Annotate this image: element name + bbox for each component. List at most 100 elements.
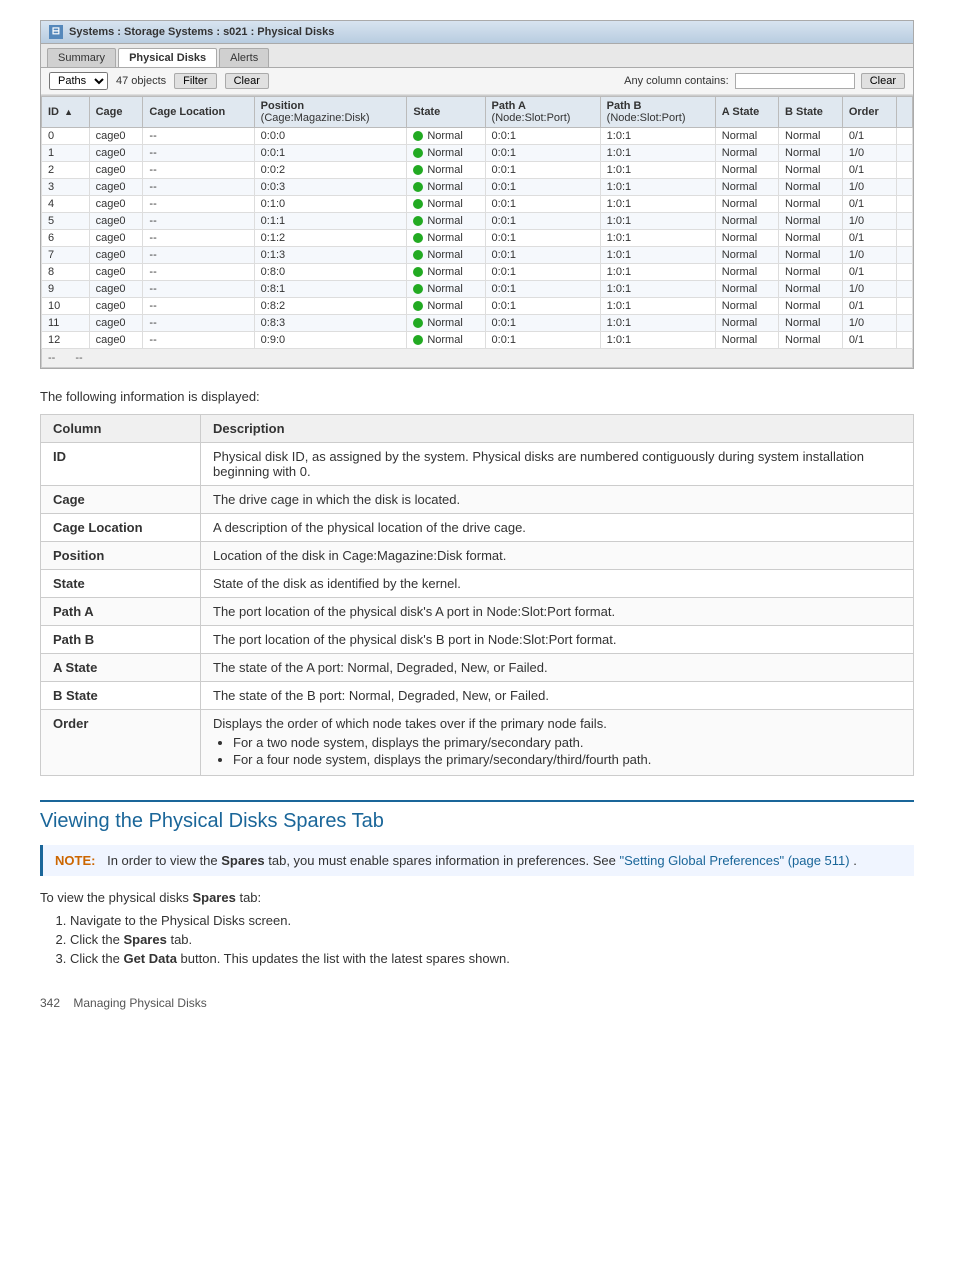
data-table-wrapper: ID ▲ Cage Cage Location Position(Cage:Ma… (41, 95, 913, 349)
tab-summary[interactable]: Summary (47, 48, 116, 67)
cell-a-state: Normal (715, 332, 778, 349)
desc-row: Order Displays the order of which node t… (41, 710, 914, 776)
table-row[interactable]: 1 cage0 -- 0:0:1 Normal 0:0:1 1:0:1 Norm… (42, 145, 913, 162)
status-dot (413, 284, 423, 294)
cell-scroll (896, 315, 912, 332)
clear-filter-button[interactable]: Clear (861, 73, 905, 89)
cell-position: 0:9:0 (254, 332, 407, 349)
cell-state: Normal (407, 298, 485, 315)
tab-bar: Summary Physical Disks Alerts (41, 44, 913, 68)
any-column-label: Any column contains: (624, 75, 729, 87)
cell-a-state: Normal (715, 128, 778, 145)
cell-path-a: 0:0:1 (485, 281, 600, 298)
table-row[interactable]: 0 cage0 -- 0:0:0 Normal 0:0:1 1:0:1 Norm… (42, 128, 913, 145)
cell-position: 0:8:2 (254, 298, 407, 315)
steps-bold: Spares (192, 890, 235, 905)
col-cage-location[interactable]: Cage Location (143, 97, 254, 128)
table-row[interactable]: 9 cage0 -- 0:8:1 Normal 0:0:1 1:0:1 Norm… (42, 281, 913, 298)
table-row[interactable]: 4 cage0 -- 0:1:0 Normal 0:0:1 1:0:1 Norm… (42, 196, 913, 213)
filter-button[interactable]: Filter (174, 73, 216, 89)
cell-b-state: Normal (779, 196, 843, 213)
cell-cage-loc: -- (143, 315, 254, 332)
cell-state: Normal (407, 332, 485, 349)
cell-id: 3 (42, 179, 90, 196)
cell-a-state: Normal (715, 179, 778, 196)
cell-cage: cage0 (89, 128, 143, 145)
cell-state: Normal (407, 230, 485, 247)
cell-scroll (896, 128, 912, 145)
desc-col-name: Cage Location (41, 514, 201, 542)
filter-section: Any column contains: Clear (624, 73, 905, 89)
cell-scroll (896, 145, 912, 162)
paths-dropdown[interactable]: Paths (49, 72, 108, 90)
col-b-state[interactable]: B State (779, 97, 843, 128)
cell-id: 4 (42, 196, 90, 213)
status-dot (413, 216, 423, 226)
note-link[interactable]: "Setting Global Preferences" (page 511) (619, 853, 849, 868)
cell-cage: cage0 (89, 179, 143, 196)
cell-order: 0/1 (842, 298, 896, 315)
cell-path-b: 1:0:1 (600, 230, 715, 247)
clear-button[interactable]: Clear (225, 73, 269, 89)
filter-input[interactable] (735, 73, 855, 89)
col-state[interactable]: State (407, 97, 485, 128)
cell-cage-loc: -- (143, 162, 254, 179)
cell-order: 0/1 (842, 196, 896, 213)
col-order[interactable]: Order (842, 97, 896, 128)
desc-row: B State The state of the B port: Normal,… (41, 682, 914, 710)
tab-physical-disks[interactable]: Physical Disks (118, 48, 217, 67)
status-dot (413, 199, 423, 209)
cell-path-b: 1:0:1 (600, 298, 715, 315)
col-a-state[interactable]: A State (715, 97, 778, 128)
col-id[interactable]: ID ▲ (42, 97, 90, 128)
tab-alerts[interactable]: Alerts (219, 48, 269, 67)
cell-cage: cage0 (89, 196, 143, 213)
desc-col-text: The state of the A port: Normal, Degrade… (201, 654, 914, 682)
cell-state: Normal (407, 128, 485, 145)
cell-id: 6 (42, 230, 90, 247)
physical-disks-table: ID ▲ Cage Cage Location Position(Cage:Ma… (41, 96, 913, 349)
col-cage[interactable]: Cage (89, 97, 143, 128)
cell-order: 0/1 (842, 162, 896, 179)
desc-col-text: Physical disk ID, as assigned by the sys… (201, 443, 914, 486)
table-row[interactable]: 2 cage0 -- 0:0:2 Normal 0:0:1 1:0:1 Norm… (42, 162, 913, 179)
table-row[interactable]: 12 cage0 -- 0:9:0 Normal 0:0:1 1:0:1 Nor… (42, 332, 913, 349)
cell-scroll (896, 196, 912, 213)
cell-b-state: Normal (779, 247, 843, 264)
cell-position: 0:0:2 (254, 162, 407, 179)
status-dot (413, 267, 423, 277)
cell-path-b: 1:0:1 (600, 281, 715, 298)
cell-order: 0/1 (842, 230, 896, 247)
table-row[interactable]: 11 cage0 -- 0:8:3 Normal 0:0:1 1:0:1 Nor… (42, 315, 913, 332)
cell-b-state: Normal (779, 230, 843, 247)
cell-a-state: Normal (715, 162, 778, 179)
table-row[interactable]: 10 cage0 -- 0:8:2 Normal 0:0:1 1:0:1 Nor… (42, 298, 913, 315)
col-path-b[interactable]: Path B(Node:Slot:Port) (600, 97, 715, 128)
cell-cage-loc: -- (143, 247, 254, 264)
cell-order: 1/0 (842, 213, 896, 230)
status-dot (413, 233, 423, 243)
cell-scroll (896, 179, 912, 196)
col-path-a[interactable]: Path A(Node:Slot:Port) (485, 97, 600, 128)
cell-position: 0:1:3 (254, 247, 407, 264)
table-row[interactable]: 8 cage0 -- 0:8:0 Normal 0:0:1 1:0:1 Norm… (42, 264, 913, 281)
cell-b-state: Normal (779, 128, 843, 145)
note-text: In order to view the (107, 853, 218, 868)
desc-col-text: State of the disk as identified by the k… (201, 570, 914, 598)
note-box: NOTE: In order to view the Spares tab, y… (40, 845, 914, 876)
table-row[interactable]: 5 cage0 -- 0:1:1 Normal 0:0:1 1:0:1 Norm… (42, 213, 913, 230)
table-row[interactable]: 6 cage0 -- 0:1:2 Normal 0:0:1 1:0:1 Norm… (42, 230, 913, 247)
desc-col-text: The port location of the physical disk's… (201, 626, 914, 654)
table-row[interactable]: 7 cage0 -- 0:1:3 Normal 0:0:1 1:0:1 Norm… (42, 247, 913, 264)
status-dot (413, 335, 423, 345)
page-footer: 342 Managing Physical Disks (40, 996, 914, 1010)
cell-cage-loc: -- (143, 196, 254, 213)
cell-a-state: Normal (715, 264, 778, 281)
cell-scroll (896, 298, 912, 315)
table-row[interactable]: 3 cage0 -- 0:0:3 Normal 0:0:1 1:0:1 Norm… (42, 179, 913, 196)
col-position[interactable]: Position(Cage:Magazine:Disk) (254, 97, 407, 128)
cell-state: Normal (407, 281, 485, 298)
cell-cage: cage0 (89, 281, 143, 298)
desc-row: State State of the disk as identified by… (41, 570, 914, 598)
cell-id: 8 (42, 264, 90, 281)
